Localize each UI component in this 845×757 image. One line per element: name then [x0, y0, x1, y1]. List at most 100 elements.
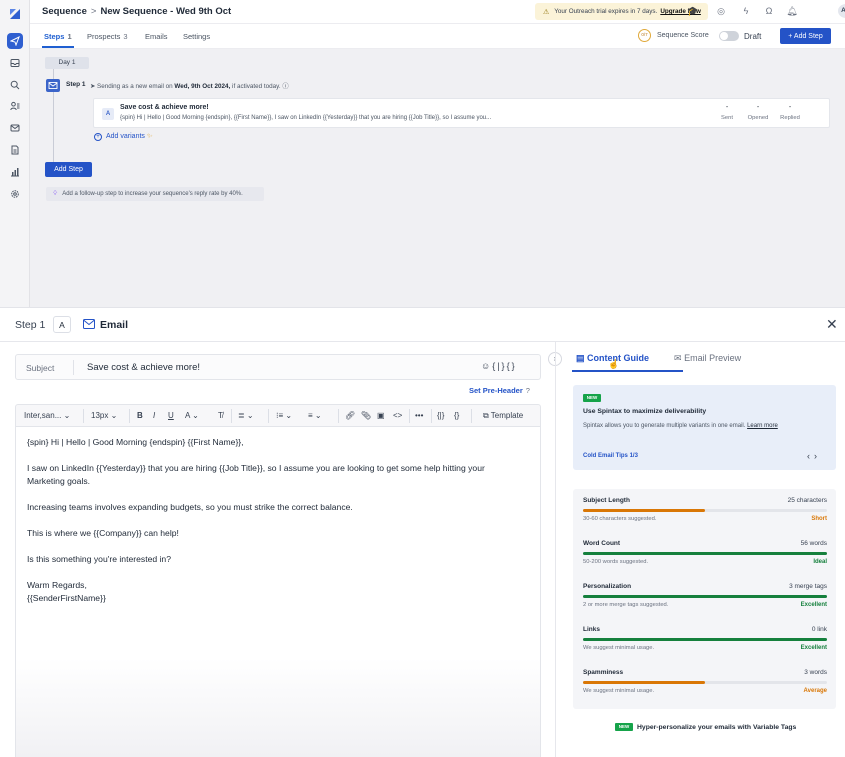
body-line: I saw on LinkedIn {{Yesterday}} that you…: [27, 463, 485, 473]
graduation-cap-icon[interactable]: 🎓: [687, 5, 699, 17]
support-globe-icon[interactable]: ◎: [715, 5, 727, 17]
metric-name: Subject Length: [583, 497, 630, 504]
breadcrumb: Sequence > New Sequence - Wed 9th Oct: [42, 6, 231, 17]
analytics-icon[interactable]: [7, 164, 23, 180]
headset-icon[interactable]: Ω: [763, 5, 775, 17]
chevron-right-icon[interactable]: ›: [814, 451, 821, 461]
subject-label: Subject: [26, 363, 55, 373]
font-family-select[interactable]: Inter,san... ⌄: [24, 411, 70, 420]
metric-progress-track: [583, 552, 827, 555]
toolbar-divider: [431, 409, 432, 423]
contacts-icon[interactable]: [7, 98, 23, 114]
breadcrumb-current: New Sequence - Wed 9th Oct: [100, 6, 232, 17]
mail-icon: ✉: [674, 353, 682, 363]
code-icon[interactable]: <>: [393, 411, 402, 420]
warning-icon: ⚠: [543, 8, 550, 16]
email-body-editor[interactable]: {spin} Hi | Hello | Good Morning {endspi…: [15, 426, 541, 757]
font-size-select[interactable]: 13px ⌄: [91, 411, 117, 420]
set-preheader-label: Set Pre-Header: [469, 386, 523, 395]
tab-settings[interactable]: Settings: [183, 32, 210, 41]
metric-value: 56 words: [800, 540, 827, 547]
metric-name: Personalization: [583, 583, 632, 590]
sequence-score[interactable]: 0/7 Sequence Score: [638, 29, 709, 42]
info-icon[interactable]: ⓘ: [282, 83, 288, 90]
metric-name: Word Count: [583, 540, 621, 547]
breadcrumb-sequence-link[interactable]: Sequence: [42, 6, 87, 17]
add-step-button-inline[interactable]: Add Step: [45, 162, 92, 177]
tab-emails[interactable]: Emails: [145, 32, 168, 41]
variant-selector[interactable]: A: [53, 316, 71, 333]
text-color-icon[interactable]: A ⌄: [185, 411, 199, 420]
mail-settings-icon[interactable]: [7, 120, 23, 136]
numbered-list-icon[interactable]: ≡ ⌄: [308, 411, 322, 420]
toolbar-divider: [338, 409, 339, 423]
attachment-icon[interactable]: 📎︎: [361, 411, 371, 420]
stat-sent: - Sent: [712, 104, 742, 121]
draft-status: Draft: [744, 32, 762, 41]
metric-progress-fill: [583, 681, 705, 684]
emoji-icon[interactable]: ☺: [481, 361, 492, 371]
new-badge: NEW: [615, 723, 633, 731]
bullet-list-icon[interactable]: ⁝≡ ⌄: [276, 411, 292, 420]
search-icon[interactable]: [7, 77, 23, 93]
tab-emails-label: Emails: [145, 32, 168, 41]
learn-more-link[interactable]: Learn more: [747, 423, 778, 429]
bell-icon[interactable]: 🔔︎: [786, 5, 798, 17]
body-line: Warm Regards,: [27, 580, 87, 590]
variable-tags-promo[interactable]: NEW Hyper-personalize your emails with V…: [615, 723, 796, 731]
editor-step-label: Step 1: [15, 319, 46, 331]
content-metrics: Subject Length 25 characters 30-60 chara…: [573, 489, 836, 709]
metric-word-count: Word Count 56 words 50-200 words suggest…: [583, 540, 827, 582]
align-icon[interactable]: ≣ ⌄: [238, 411, 254, 420]
link-icon[interactable]: 🔗︎: [345, 411, 355, 420]
tip-body: Spintax allows you to generate multiple …: [583, 423, 778, 429]
spintax-toolbar-icon[interactable]: {|}: [437, 411, 444, 420]
merge-tag-icon[interactable]: {}: [507, 361, 517, 371]
metric-status: Short: [811, 516, 827, 522]
subject-field[interactable]: Subject Save cost & achieve more! ☺{|}{}: [15, 354, 541, 380]
inbox-icon[interactable]: [7, 55, 23, 71]
sparkle-icon: ✨︎: [146, 133, 153, 140]
tab-steps[interactable]: Steps 1: [44, 32, 72, 41]
tip-body-text: Spintax allows you to generate multiple …: [583, 423, 746, 429]
outreach-logo[interactable]: [7, 6, 23, 22]
font-family-value: Inter,san...: [24, 411, 62, 420]
active-tab-indicator: [42, 46, 74, 48]
set-preheader-link[interactable]: Set Pre-Header?: [469, 386, 530, 395]
lightning-icon[interactable]: ϟ: [740, 5, 752, 17]
followup-tip-text: Add a follow-up step to increase your se…: [62, 191, 243, 197]
tab-prospects[interactable]: Prospects 3: [87, 32, 128, 41]
chevron-left-icon[interactable]: ‹: [807, 451, 814, 461]
underline-icon[interactable]: U: [168, 411, 174, 420]
metric-hint: 30-60 characters suggested.: [583, 516, 657, 522]
more-options-icon[interactable]: •••: [415, 411, 423, 420]
body-line: Increasing teams involves expanding budg…: [27, 502, 353, 512]
metric-progress-fill: [583, 552, 827, 555]
metric-hint: 50-200 words suggested.: [583, 559, 649, 565]
user-avatar[interactable]: AG: [838, 4, 845, 18]
image-icon[interactable]: ▣: [377, 411, 385, 420]
clear-format-icon[interactable]: T̸: [218, 411, 223, 420]
subject-input[interactable]: Save cost & achieve more!: [87, 362, 200, 373]
spintax-icon[interactable]: {|}: [492, 361, 506, 371]
stat-replied-value: -: [788, 104, 792, 111]
add-step-button[interactable]: + Add Step: [780, 28, 831, 44]
document-icon: ▤: [576, 353, 585, 363]
help-icon[interactable]: ?: [526, 386, 530, 395]
email-variant-card[interactable]: A Save cost & achieve more! {spin} Hi | …: [93, 98, 830, 128]
italic-icon[interactable]: I: [153, 411, 155, 420]
stat-replied-label: Replied: [780, 115, 800, 121]
add-variants-link[interactable]: + Add variants ✨︎: [94, 133, 153, 141]
tab-email-preview[interactable]: ✉ Email Preview: [674, 353, 741, 364]
settings-gear-icon[interactable]: [7, 186, 23, 202]
send-icon[interactable]: [7, 33, 23, 49]
merge-tag-toolbar-icon[interactable]: {}: [454, 411, 459, 420]
variant-badge: A: [102, 108, 114, 120]
activate-toggle[interactable]: [719, 31, 739, 41]
metric-status: Excellent: [800, 602, 827, 608]
document-icon[interactable]: [7, 142, 23, 158]
close-icon[interactable]: ✕: [826, 316, 838, 333]
bold-icon[interactable]: B: [137, 411, 143, 420]
toolbar-divider: [129, 409, 130, 423]
template-button[interactable]: ⧉ Template: [483, 411, 523, 421]
